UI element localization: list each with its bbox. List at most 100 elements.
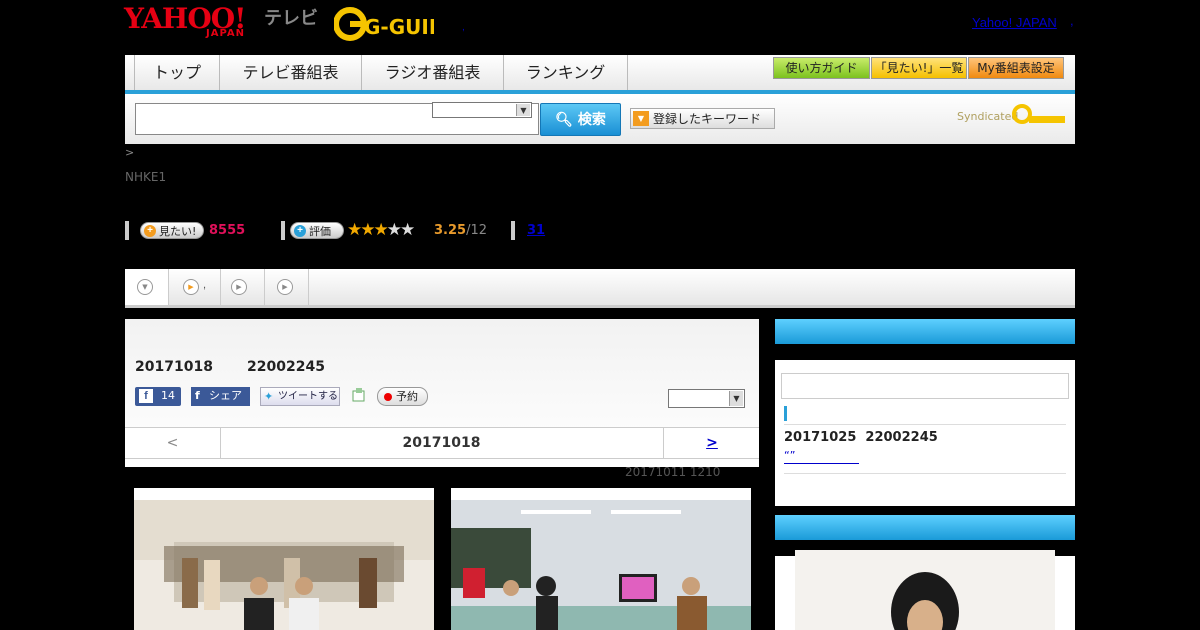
rate-label: 評価	[309, 225, 331, 238]
star-filled-icon: ★	[373, 220, 389, 240]
tweet-button[interactable]: ✦ ツイートする	[260, 387, 340, 406]
search-button-label: 検索	[577, 112, 606, 128]
divider	[511, 221, 515, 240]
gguide-logo[interactable]: G-GUIDE	[333, 6, 459, 42]
sidebar-input[interactable]	[781, 373, 1069, 399]
chevron-down-icon: ▼	[729, 391, 743, 406]
star-filled-icon: ★	[360, 220, 375, 240]
header-comma: ,	[1070, 13, 1074, 28]
sidebar-cast-panel	[775, 515, 1075, 630]
divider	[125, 221, 129, 240]
search-genre-select[interactable]: ▼	[432, 102, 532, 118]
date-navigation: < 20171018 >	[125, 427, 759, 459]
sidebar-header	[775, 319, 1075, 344]
tab-play-2[interactable]: ▶	[221, 269, 265, 305]
sidebar-quote-link[interactable]: “”	[784, 449, 859, 464]
facebook-like-count: 14	[161, 389, 175, 402]
play-icon: ▶	[183, 279, 199, 295]
syndicated-gguide-badge: Syndicated	[957, 104, 1065, 124]
program-photo-2[interactable]	[451, 488, 751, 630]
tab-play-3[interactable]: ▶	[265, 269, 309, 305]
program-tabs: ▼ ▶ , ▶ ▶	[125, 269, 1075, 308]
search-icon: 🔍︎	[555, 112, 573, 128]
divider	[784, 424, 1066, 425]
reserve-label: 予約	[396, 390, 418, 403]
tab-overview[interactable]: ▼	[125, 269, 169, 305]
nav-tab-top[interactable]: トップ	[135, 55, 220, 90]
broadcast-panel: 20171018 22002245 f 14 f シェア ✦ ツイートする 予約…	[125, 319, 759, 467]
plus-icon: +	[144, 225, 156, 237]
record-dot-icon	[384, 393, 392, 401]
facebook-icon: f	[195, 389, 200, 402]
rating-stars: ★★★★★	[347, 220, 415, 240]
main-nav: トップ テレビ番組表 ラジオ番組表 ランキング 使い方ガイド 「見たい!」一覧 …	[125, 55, 1075, 94]
plus-icon: +	[294, 225, 306, 237]
tab-video-label: ,	[203, 279, 207, 291]
channel-name: NHKE1	[125, 170, 167, 184]
yahoo-japan-logo[interactable]: YAHOO! JAPAN	[124, 4, 264, 42]
usage-guide-button[interactable]: 使い方ガイド	[773, 57, 870, 79]
play-icon: ▶	[277, 279, 293, 295]
gguide-logo-graphic: G-GUIDE	[333, 7, 459, 41]
studio-photo-image	[134, 488, 434, 630]
chevron-down-icon: ▼	[516, 104, 530, 116]
air-date-time: 20171018 22002245	[135, 359, 325, 375]
nav-left-edge	[125, 55, 135, 90]
rating-count: /12	[466, 223, 487, 238]
classroom-photo-image	[451, 488, 751, 630]
star-empty-icon: ★	[400, 220, 415, 240]
nav-tab-tv-listings[interactable]: テレビ番組表	[220, 55, 362, 90]
nav-tab-radio-listings[interactable]: ラジオ番組表	[362, 55, 504, 90]
facebook-share-label: シェア	[209, 389, 242, 402]
play-icon: ▶	[231, 279, 247, 295]
saved-keywords-label: 登録したキーワード	[653, 112, 762, 126]
tweet-label: ツイートする	[278, 391, 338, 402]
current-date: 20171018	[402, 435, 481, 451]
breadcrumb[interactable]: >	[125, 146, 134, 160]
facebook-share-button[interactable]: f シェア	[191, 387, 250, 406]
yahoo-japan-link[interactable]: Yahoo! JAPAN	[972, 15, 1057, 31]
chevron-down-icon: ▼	[137, 279, 153, 295]
search-panel: ▼ 🔍︎ 検索 ▼ 登録したキーワード Syndicated	[125, 94, 1075, 144]
search-button[interactable]: 🔍︎ 検索	[540, 103, 621, 136]
twitter-bird-icon: ✦	[264, 390, 274, 403]
mitai-list-button[interactable]: 「見たい!」一覧	[871, 57, 967, 79]
rate-button[interactable]: + 評価	[290, 222, 344, 239]
dropdown-arrow-icon: ▼	[633, 111, 649, 126]
gguide-small-logo	[1012, 104, 1065, 124]
cast-photo-image	[795, 550, 1055, 630]
gguide-logo-text: G-GUIDE	[364, 15, 434, 39]
bookmark-icon[interactable]	[351, 387, 367, 406]
star-filled-icon: ★	[347, 220, 362, 240]
facebook-like-button[interactable]: f 14	[135, 387, 181, 406]
mitai-count: 8555	[209, 223, 246, 238]
reserve-button[interactable]: 予約	[377, 387, 428, 406]
sidebar-accent-bar	[784, 406, 787, 421]
divider	[281, 221, 285, 240]
saved-keywords-button[interactable]: ▼ 登録したキーワード	[630, 108, 775, 129]
syndicated-label: Syndicated	[957, 110, 1019, 123]
divider	[784, 473, 1066, 474]
previous-broadcast-info: 20171011 1210	[625, 465, 721, 479]
broadcast-select[interactable]: ▼	[668, 389, 745, 408]
mitai-button[interactable]: + 見たい!	[140, 222, 204, 239]
my-listings-settings-button[interactable]: My番組表設定	[968, 57, 1064, 79]
rating-value-group: 3.25/12	[434, 223, 487, 239]
program-photo-1[interactable]	[134, 488, 434, 630]
tab-video[interactable]: ▶ ,	[169, 269, 221, 305]
mitai-label: 見たい!	[159, 225, 197, 238]
next-air-date-time: 20171025 22002245	[784, 430, 938, 445]
sidebar-header	[775, 515, 1075, 540]
header-separator: ,	[462, 22, 465, 33]
star-empty-icon: ★	[386, 220, 402, 240]
cast-photo[interactable]	[795, 550, 1055, 630]
next-date-link[interactable]: >	[663, 428, 760, 458]
tv-logo-text[interactable]: テレビ	[264, 8, 318, 30]
facebook-icon: f	[139, 389, 153, 403]
nav-tab-ranking[interactable]: ランキング	[504, 55, 628, 90]
japan-logo-text: JAPAN	[206, 28, 245, 39]
sidebar-header-band	[775, 344, 1075, 360]
reviews-link[interactable]: 31	[527, 223, 545, 239]
sidebar-next-broadcast: 20171025 22002245 “”	[775, 319, 1075, 506]
prev-date-link[interactable]: <	[125, 428, 221, 458]
